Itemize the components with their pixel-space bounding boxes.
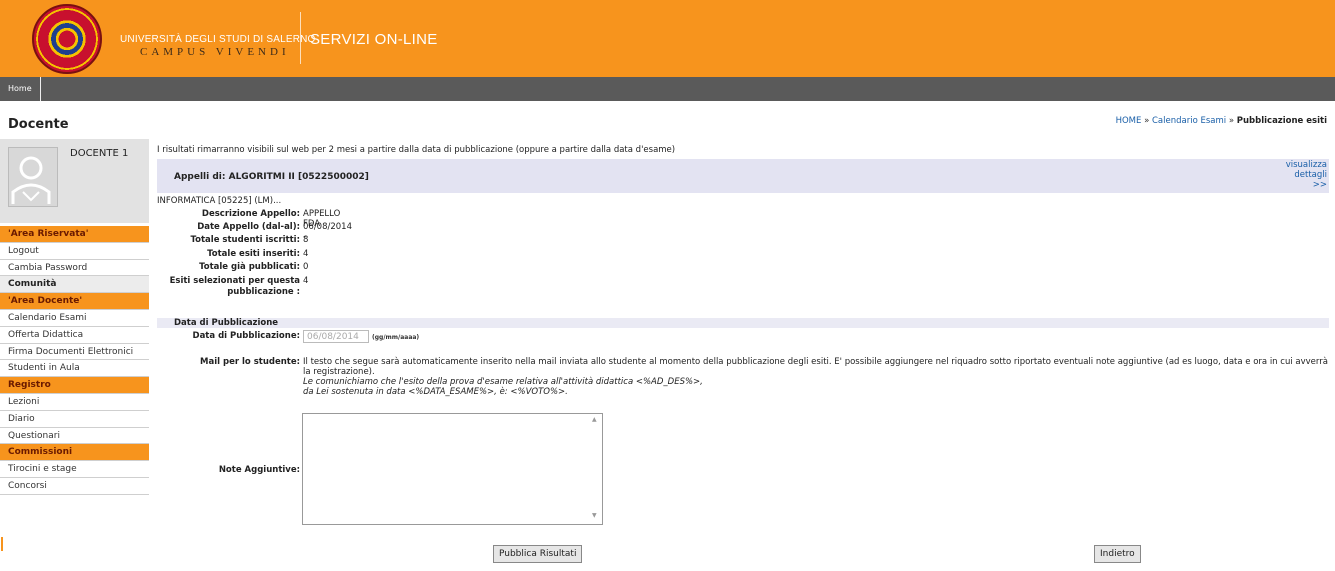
service-title: SERVIZI ON-LINE [310,31,438,48]
site-header: UNIVERSITÀ DEGLI STUDI DI SALERNO CAMPUS… [0,0,1335,77]
details-link-line1[interactable]: visualizza [1286,160,1327,170]
scroll-down-arrow-icon[interactable]: ▼ [592,512,597,519]
breadcrumb-separator: » [1144,116,1150,126]
info-label: pubblicazione : [227,287,300,297]
info-value: 06/08/2014 - [303,222,352,242]
mail-label: Mail per lo studente: [200,357,300,367]
info-label: Totale studenti iscritti: [190,235,300,245]
visibility-notice: I risultati rimarranno visibili sul web … [157,145,676,155]
nav-home-link[interactable]: Home [0,77,41,101]
menu-item-questionari[interactable]: Questionari [0,427,149,445]
details-link-line2[interactable]: dettagli [1286,170,1327,180]
publication-section-head: Data di Pubblicazione [157,318,1329,328]
mail-text-block: Il testo che segue sarà automaticamente … [303,357,1328,397]
notes-label: Note Aggiuntive: [218,465,300,475]
publish-results-button[interactable]: Pubblica Risultati [493,545,583,563]
menu-head-registro: Registro [0,377,149,394]
info-label: Descrizione Appello: [201,209,300,219]
info-value: 8 [303,235,309,245]
menu-item-calendario-esami[interactable]: Calendario Esami [0,309,149,327]
date-format-hint: (gg/mm/aaaa) [372,334,420,341]
info-label: Date Appello (dal-al): [197,222,300,232]
university-name: UNIVERSITÀ DEGLI STUDI DI SALERNO CAMPUS… [120,34,316,58]
info-label: Esiti selezionati per questa [169,276,300,286]
breadcrumb-home[interactable]: HOME [1116,116,1142,126]
breadcrumb-calendario[interactable]: Calendario Esami [1152,116,1226,126]
orange-accent-mark [1,537,3,551]
notes-textarea[interactable] [302,413,603,525]
university-seal-logo[interactable] [32,4,102,74]
details-link[interactable]: visualizza dettagli >> [1286,160,1327,190]
info-label: Totale esiti inseriti: [207,249,300,259]
mail-instructions: Il testo che segue sarà automaticamente … [303,357,1328,377]
menu-item-diario[interactable]: Diario [0,410,149,428]
top-navbar: Home [0,77,1335,101]
mail-template-line2: da Lei sostenuta in data <%DATA_ESAME%>,… [303,387,568,397]
course-line: INFORMATICA [05225] (LM)... [157,196,282,206]
back-button[interactable]: Indietro [1094,545,1141,563]
info-value: 0 [303,262,309,272]
menu-item-concorsi[interactable]: Concorsi [0,477,149,495]
scroll-up-arrow-icon[interactable]: ▲ [592,416,597,423]
sidebar-title: Docente [8,117,69,132]
user-placeholder-icon [9,148,57,206]
appelli-header-bar: Appelli di: ALGORITMI II [0522500002] vi… [157,159,1329,193]
breadcrumb: HOME » Calendario Esami » Pubblicazione … [1116,116,1327,126]
breadcrumb-separator: » [1228,116,1235,126]
menu-item-lezioni[interactable]: Lezioni [0,393,149,411]
appelli-title: Appelli di: ALGORITMI II [0522500002] [174,172,369,182]
university-name-line1: UNIVERSITÀ DEGLI STUDI DI SALERNO [120,34,316,45]
info-label: Totale già pubblicati: [199,262,300,272]
header-divider [300,12,301,64]
menu-head-commissioni: Commissioni [0,444,149,462]
university-motto: CAMPUS VIVENDI [140,46,290,58]
info-value: 4 [303,276,309,286]
publication-date-input[interactable] [303,330,369,343]
avatar [8,147,58,207]
info-value: 4 [303,249,309,259]
mail-template-line1: Le comunichiamo che l'esito della prova … [303,377,703,387]
breadcrumb-current: Pubblicazione esiti [1236,116,1327,126]
details-link-arrow[interactable]: >> [1286,180,1327,190]
profile-name: DOCENTE 1 [70,148,129,159]
publication-date-label: Data di Pubblicazione: [192,331,300,341]
